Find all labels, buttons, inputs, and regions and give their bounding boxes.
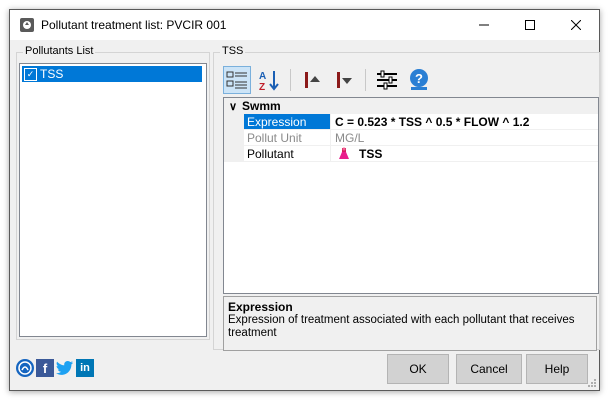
title-bar: Pollutant treatment list: PVCIR 001 (10, 10, 599, 40)
move-down-icon (337, 72, 352, 88)
description-text: Expression of treatment associated with … (228, 314, 575, 339)
pollutant-value: TSS (359, 146, 383, 161)
help-button-toolbar[interactable]: ? (405, 66, 433, 94)
expression-value[interactable]: C = 0.523 * TSS ^ 0.5 * FLOW ^ 1.2 (331, 114, 598, 130)
maximize-button[interactable] (507, 10, 553, 40)
app-logo-button[interactable] (16, 359, 34, 377)
help-globe-icon: ? (410, 69, 428, 90)
linkedin-link[interactable]: in (76, 359, 94, 377)
linkedin-icon: in (80, 362, 90, 374)
tss-group-label: TSS (220, 45, 246, 57)
pollutant-value-cell[interactable]: TSS (331, 146, 598, 162)
svg-text:A: A (259, 71, 266, 82)
pollutants-list[interactable]: ✓ TSS (19, 63, 207, 337)
property-row-pollut-unit[interactable]: Pollut Unit MG/L (224, 130, 598, 146)
row-gutter (224, 114, 244, 130)
facebook-icon: f (42, 360, 48, 376)
move-up-icon (305, 72, 320, 88)
property-grid[interactable]: ∨ Swmm Expression C = 0.523 * TSS ^ 0.5 … (223, 97, 599, 294)
property-name: Pollutant (244, 146, 331, 162)
category-label: Swmm (242, 99, 281, 113)
minimize-button[interactable] (461, 10, 507, 40)
toolbar-separator (365, 69, 366, 91)
move-up-button[interactable] (298, 66, 326, 94)
list-item-label: TSS (40, 67, 64, 81)
cancel-button[interactable]: Cancel (456, 354, 522, 384)
categorized-icon (226, 71, 247, 89)
close-icon (571, 20, 581, 30)
tss-checkbox[interactable]: ✓ (24, 67, 37, 81)
minimize-icon (479, 24, 489, 26)
svg-text:Z: Z (259, 82, 265, 91)
collapse-icon[interactable]: ∨ (224, 100, 242, 113)
sort-az-button[interactable]: A Z (255, 66, 283, 94)
property-row-expression[interactable]: Expression C = 0.523 * TSS ^ 0.5 * FLOW … (224, 114, 598, 130)
button-bar: f in OK Cancel Help (10, 346, 599, 390)
settings-sliders-icon (377, 70, 397, 90)
social-links: f in (16, 359, 94, 377)
toolbar-separator (290, 69, 291, 91)
row-gutter (224, 146, 244, 162)
twitter-icon (56, 361, 73, 375)
help-button[interactable]: Help (526, 354, 588, 384)
categorized-button[interactable] (223, 66, 251, 94)
row-gutter (224, 130, 244, 146)
list-item-tss[interactable]: ✓ TSS (22, 66, 202, 82)
property-name: Expression (244, 114, 331, 130)
ok-button[interactable]: OK (387, 354, 449, 384)
svg-text:?: ? (415, 71, 423, 86)
app-icon (20, 18, 34, 32)
flask-icon (339, 147, 349, 159)
resize-grip-icon[interactable] (587, 378, 597, 388)
move-down-button[interactable] (330, 66, 358, 94)
maximize-icon (525, 20, 535, 30)
property-row-pollutant[interactable]: Pollutant TSS (224, 146, 598, 162)
property-name: Pollut Unit (244, 130, 331, 146)
category-row[interactable]: ∨ Swmm (224, 98, 598, 114)
facebook-link[interactable]: f (36, 359, 54, 377)
twitter-link[interactable] (56, 359, 74, 377)
description-title: Expression (228, 300, 293, 314)
description-panel: Expression Expression of treatment assoc… (223, 296, 597, 351)
app-logo-icon (18, 361, 32, 375)
settings-button[interactable] (373, 66, 401, 94)
pollutants-list-label: Pollutants List (23, 45, 96, 57)
close-button[interactable] (553, 10, 599, 40)
window-title: Pollutant treatment list: PVCIR 001 (41, 18, 227, 32)
sort-az-icon: A Z (259, 71, 279, 91)
property-toolbar: A Z ? (223, 65, 433, 95)
pollutant-treatment-dialog: Pollutant treatment list: PVCIR 001 Poll… (9, 9, 600, 391)
pollut-unit-value: MG/L (331, 130, 598, 146)
